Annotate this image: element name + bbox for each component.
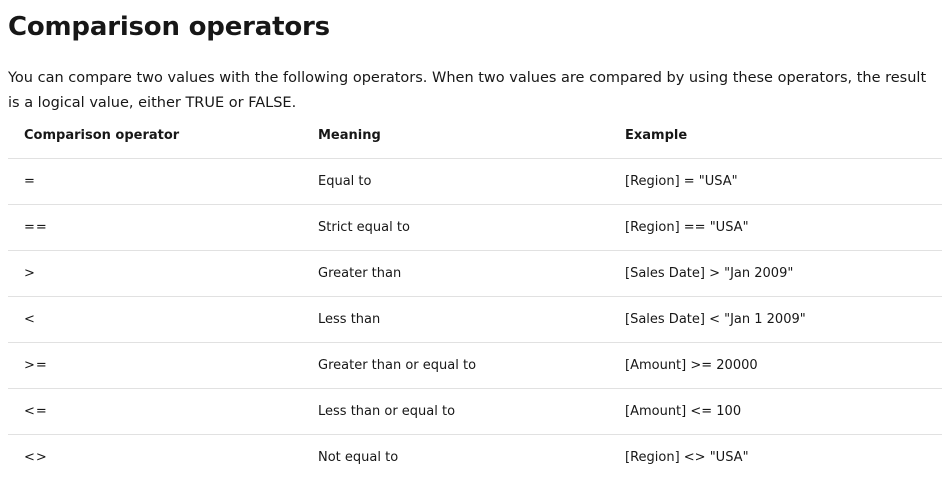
meaning-cell: Not equal to (318, 449, 399, 465)
operator-cell: <> (24, 449, 48, 465)
meaning-cell: Greater than or equal to (302, 342, 609, 389)
page-title: Comparison operators (8, 12, 330, 42)
example-cell: [Region] <> "USA" (625, 449, 749, 465)
table-row: > Greater than [Sales Date] > "Jan 2009" (8, 250, 942, 297)
operator-cell: == (8, 204, 302, 251)
example-cell: [Sales Date] < "Jan 1 2009" (609, 296, 942, 343)
meaning-cell: Greater than (302, 250, 609, 297)
operator-cell: = (8, 158, 302, 205)
table-row: < Less than [Sales Date] < "Jan 1 2009" (8, 296, 942, 343)
operator-cell: > (8, 250, 302, 297)
example-cell: [Amount] >= 20000 (609, 342, 942, 389)
meaning-cell: Less than (302, 296, 609, 343)
example-cell: [Amount] <= 100 (609, 388, 942, 435)
meaning-cell: Less than or equal to (302, 388, 609, 435)
intro-paragraph: You can compare two values with the foll… (8, 70, 927, 111)
table-row: >= Greater than or equal to [Amount] >= … (8, 342, 942, 389)
meaning-cell: Strict equal to (302, 204, 609, 251)
comparison-operators-table: Comparison operator Meaning Example = Eq… (8, 113, 942, 480)
column-header-example: Example (609, 113, 942, 159)
document-page: Comparison operators You can compare two… (0, 0, 942, 495)
example-cell: [Sales Date] > "Jan 2009" (609, 250, 942, 297)
operator-cell: >= (8, 342, 302, 389)
example-cell: [Region] == "USA" (609, 204, 942, 251)
table-row: = Equal to [Region] = "USA" (8, 158, 942, 205)
table-row: <= Less than or equal to [Amount] <= 100 (8, 388, 942, 435)
operator-cell: < (8, 296, 302, 343)
column-header-operator: Comparison operator (8, 113, 302, 159)
table-row: <> Not equal to [Region] <> "USA" (8, 434, 942, 480)
column-header-meaning: Meaning (302, 113, 609, 159)
operator-cell: <= (8, 388, 302, 435)
meaning-cell: Equal to (302, 158, 609, 205)
example-cell: [Region] = "USA" (609, 158, 942, 205)
table-row: == Strict equal to [Region] == "USA" (8, 204, 942, 251)
table-header-row: Comparison operator Meaning Example (8, 113, 942, 159)
